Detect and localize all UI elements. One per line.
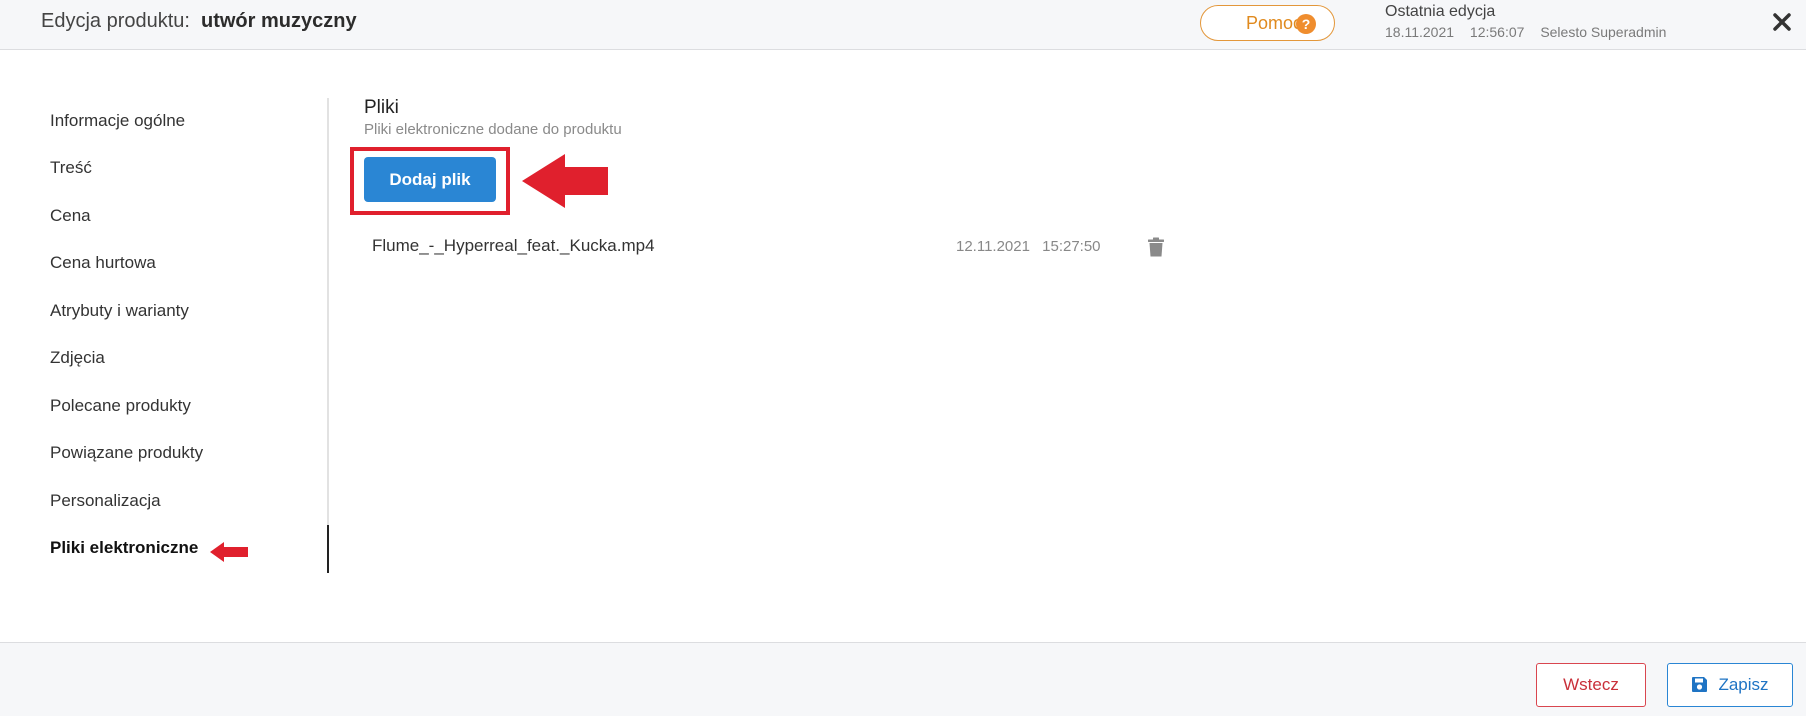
save-button-label: Zapisz bbox=[1718, 675, 1769, 694]
sidebar-item-atrybuty-i-warianty[interactable]: Atrybuty i warianty bbox=[50, 301, 189, 321]
sidebar-item-zdjecia[interactable]: Zdjęcia bbox=[50, 348, 105, 368]
file-upload-date: 12.11.2021 bbox=[956, 238, 1030, 255]
sidebar-item-personalizacja[interactable]: Personalizacja bbox=[50, 491, 161, 511]
sidebar-item-informacje-ogolne[interactable]: Informacje ogólne bbox=[50, 111, 185, 131]
page-title: utwór muzyczny bbox=[201, 10, 357, 32]
save-button[interactable]: Zapisz bbox=[1667, 663, 1793, 707]
page-title-label: Edycja produktu: bbox=[41, 10, 190, 32]
sidebar-divider bbox=[327, 98, 329, 573]
file-upload-time: 15:27:50 bbox=[1042, 238, 1101, 255]
sidebar-item-pliki-elektroniczne[interactable]: Pliki elektroniczne bbox=[50, 538, 198, 558]
back-button[interactable]: Wstecz bbox=[1536, 663, 1646, 707]
sidebar-active-indicator bbox=[327, 525, 329, 573]
section-subtitle: Pliki elektroniczne dodane do produktu bbox=[364, 121, 622, 138]
red-arrow-annotation-icon bbox=[522, 154, 608, 208]
file-name: Flume_-_Hyperreal_feat._Kucka.mp4 bbox=[372, 236, 655, 255]
file-row: Flume_-_Hyperreal_feat._Kucka.mp4 12.11.… bbox=[364, 232, 1184, 264]
floppy-disk-icon bbox=[1692, 677, 1708, 692]
footer: Wstecz Zapisz bbox=[0, 642, 1806, 716]
sidebar-item-powiazane-produkty[interactable]: Powiązane produkty bbox=[50, 443, 203, 463]
header: Edycja produktu: utwór muzyczny Pomoc ? … bbox=[0, 0, 1806, 50]
question-mark-icon: ? bbox=[1296, 14, 1316, 34]
trash-icon[interactable] bbox=[1147, 237, 1165, 257]
sidebar-item-polecane-produkty[interactable]: Polecane produkty bbox=[50, 396, 191, 416]
red-arrow-annotation-icon bbox=[210, 542, 248, 562]
section-title: Pliki bbox=[364, 97, 399, 118]
file-upload-datetime: 12.11.2021 15:27:50 bbox=[956, 238, 1109, 255]
sidebar-item-cena-hurtowa[interactable]: Cena hurtowa bbox=[50, 253, 156, 273]
last-edit-label: Ostatnia edycja bbox=[1385, 3, 1496, 20]
last-edit-user: Selesto Superadmin bbox=[1540, 24, 1667, 40]
last-edit-date: 18.11.2021 bbox=[1385, 24, 1455, 40]
last-edit-meta: 18.11.2021 12:56:07 Selesto Superadmin bbox=[1385, 24, 1678, 40]
sidebar-item-cena[interactable]: Cena bbox=[50, 206, 91, 226]
last-edit-time: 12:56:07 bbox=[1469, 24, 1525, 40]
help-button-label: Pomoc bbox=[1246, 13, 1303, 33]
help-button[interactable]: Pomoc ? bbox=[1200, 5, 1335, 41]
add-file-button[interactable]: Dodaj plik bbox=[364, 157, 496, 202]
close-icon[interactable] bbox=[1770, 10, 1794, 34]
sidebar-item-tresc[interactable]: Treść bbox=[50, 158, 92, 178]
sidebar: Informacje ogólne Treść Cena Cena hurtow… bbox=[0, 98, 330, 573]
